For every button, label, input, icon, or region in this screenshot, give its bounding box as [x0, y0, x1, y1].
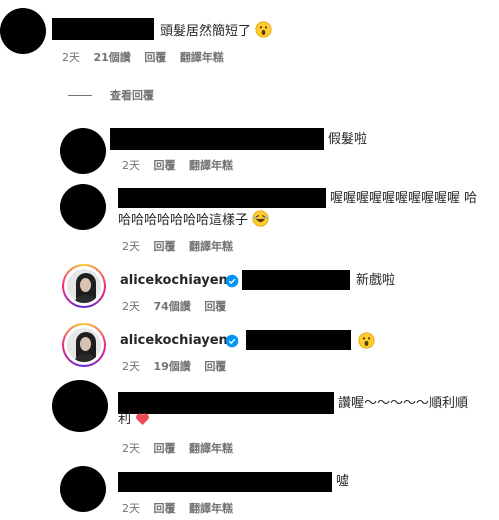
heart-icon: [136, 413, 150, 425]
comment-text: 噓: [336, 474, 350, 489]
avatar[interactable]: [52, 380, 108, 432]
avatar[interactable]: [62, 323, 106, 367]
timestamp: 2天: [122, 159, 140, 172]
avatar[interactable]: [62, 264, 106, 308]
comment-text-line: 哈哈哈哈哈哈哈這樣子: [118, 210, 269, 229]
redacted-username: [118, 472, 332, 492]
verified-badge-icon: [225, 334, 239, 348]
reply-button[interactable]: 回覆: [154, 502, 176, 515]
comment-text: 頭髮居然簡短了: [160, 21, 272, 40]
comment-text: 新戲啦: [356, 273, 396, 288]
reply-button[interactable]: 回覆: [154, 159, 176, 172]
comment-meta: 2天 19個讚 回覆: [122, 360, 236, 374]
laughing-face-icon: [252, 210, 269, 227]
username[interactable]: alicekochiayen: [120, 273, 228, 289]
comment-text-line: 喔喔喔喔喔喔喔喔喔喔 哈: [330, 191, 478, 206]
translate-button[interactable]: 翻譯年糕: [189, 159, 233, 172]
comment-meta: 2天 回覆 翻譯年糕: [122, 159, 243, 173]
verified-badge-icon: [225, 274, 239, 288]
translate-button[interactable]: 翻譯年糕: [189, 240, 233, 253]
reply-button[interactable]: 回覆: [204, 360, 226, 373]
reply-button[interactable]: 回覆: [204, 300, 226, 313]
translate-button[interactable]: 翻譯年糕: [180, 51, 224, 64]
view-replies-button[interactable]: 查看回覆: [110, 89, 154, 103]
avatar[interactable]: [60, 184, 106, 230]
redacted-username: [118, 392, 334, 414]
timestamp: 2天: [122, 300, 140, 313]
timestamp: 2天: [122, 240, 140, 253]
timestamp: 2天: [62, 51, 80, 64]
redacted-username: [118, 188, 326, 208]
comment-text: 假髮啦: [328, 132, 368, 147]
likes-count[interactable]: 21個讚: [94, 51, 131, 64]
likes-count[interactable]: 19個讚: [154, 360, 191, 373]
redacted-text: [246, 330, 351, 350]
redacted-text: [242, 270, 350, 290]
comment-meta: 2天 21個讚 回覆 翻譯年糕: [62, 51, 234, 65]
redacted-username: [110, 128, 324, 150]
astonished-face-icon: [358, 332, 375, 349]
likes-count[interactable]: 74個讚: [154, 300, 191, 313]
reply-button[interactable]: 回覆: [154, 442, 176, 455]
comment-meta: 2天 回覆 翻譯年糕: [122, 442, 243, 456]
avatar[interactable]: [60, 466, 106, 512]
redacted-username: [52, 18, 154, 40]
view-replies-line: [68, 95, 92, 96]
timestamp: 2天: [122, 360, 140, 373]
avatar[interactable]: [60, 128, 106, 174]
comment-meta: 2天 回覆 翻譯年糕: [122, 240, 243, 254]
reply-button[interactable]: 回覆: [154, 240, 176, 253]
translate-button[interactable]: 翻譯年糕: [189, 502, 233, 515]
timestamp: 2天: [122, 502, 140, 515]
astonished-face-icon: [255, 21, 272, 38]
comment-meta: 2天 回覆 翻譯年糕: [122, 502, 243, 516]
comment-meta: 2天 74個讚 回覆: [122, 300, 236, 314]
username[interactable]: alicekochiayen: [120, 333, 228, 349]
avatar[interactable]: [0, 8, 46, 54]
reply-button[interactable]: 回覆: [144, 51, 166, 64]
comment-text-line: 利: [118, 412, 150, 428]
translate-button[interactable]: 翻譯年糕: [189, 442, 233, 455]
timestamp: 2天: [122, 442, 140, 455]
comment-text-line: 讚喔～～～～～順利順: [338, 396, 469, 411]
